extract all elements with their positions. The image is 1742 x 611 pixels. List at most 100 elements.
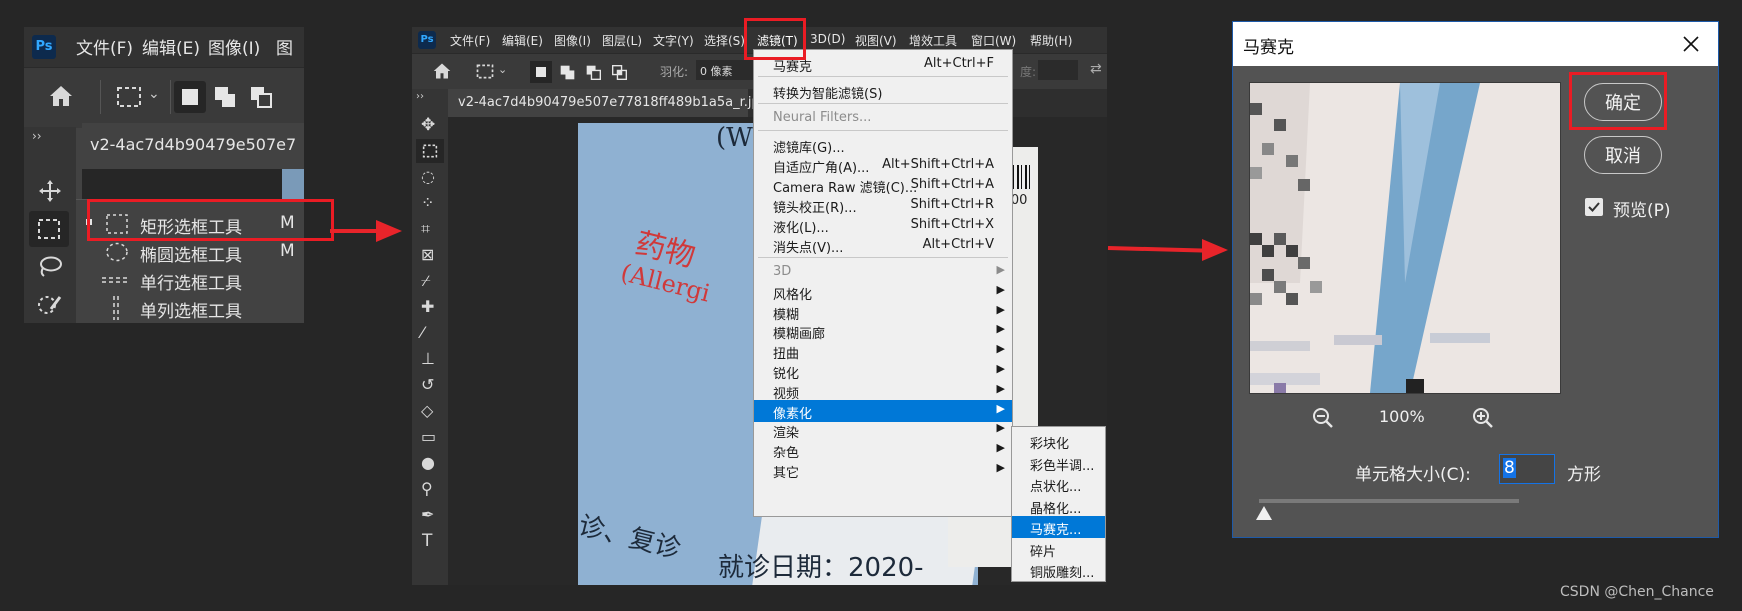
add-selection-icon[interactable] <box>214 86 236 108</box>
cancel-button[interactable]: 取消 <box>1584 136 1662 174</box>
new-selection-button[interactable] <box>174 81 206 113</box>
menu-layer[interactable]: 图层(L) <box>602 32 642 49</box>
frame-tool-icon[interactable]: ⊠ <box>421 245 434 264</box>
menu-type[interactable]: 文字(Y) <box>653 32 694 49</box>
filter-menu-item[interactable]: 像素化 ▶ <box>754 399 1012 422</box>
home-icon[interactable] <box>432 62 452 80</box>
gradient-tool-icon[interactable]: ▭ <box>421 427 436 446</box>
subtract-selection-icon[interactable] <box>250 86 272 108</box>
flyout-item-single-row-marquee[interactable]: 单行选框工具 <box>76 266 304 294</box>
menu-plugins[interactable]: 增效工具 <box>909 32 957 49</box>
marquee-rect-icon[interactable] <box>116 86 142 108</box>
pixelate-submenu-item[interactable]: 碎片 <box>1012 538 1105 560</box>
filter-menu-item[interactable]: 模糊 ▶ <box>754 301 1012 323</box>
blur-tool-icon[interactable]: ● <box>421 453 435 472</box>
filter-menu-item[interactable]: 液化(L)... Shift+Ctrl+X <box>754 214 1012 236</box>
menu-file[interactable]: 文件(F) <box>76 34 133 59</box>
filter-menu-item[interactable]: 其它 ▶ <box>754 459 1012 481</box>
menu-window[interactable]: 窗口(W) <box>971 32 1016 49</box>
filter-menu-item[interactable]: 模糊画廊 ▶ <box>754 320 1012 342</box>
filter-menu-item[interactable]: 镜头校正(R)... Shift+Ctrl+R <box>754 194 1012 216</box>
flyout-item-single-col-marquee[interactable]: 单列选框工具 <box>76 294 304 322</box>
flyout-item-ellipse-marquee[interactable]: 椭圆选框工具 M <box>76 238 304 266</box>
filter-menu-item[interactable]: 杂色 ▶ <box>754 439 1012 461</box>
move-tool-icon[interactable] <box>38 179 62 203</box>
pixelate-submenu-item[interactable]: 彩块化 <box>1012 430 1105 452</box>
healing-brush-icon[interactable]: ✚ <box>421 297 434 316</box>
preview-checkbox[interactable] <box>1585 198 1603 216</box>
pixelate-submenu-item-label: 彩色半调... <box>1030 458 1095 474</box>
move-tool-icon[interactable]: ✥ <box>421 115 435 135</box>
add-selection-icon[interactable] <box>560 65 575 80</box>
close-icon[interactable] <box>1682 35 1700 53</box>
document-tab[interactable]: v2-4ac7d4b90479e507e77818ff489b1a5a_r.jp… <box>448 89 798 117</box>
filter-menu-item[interactable]: 扭曲 ▶ <box>754 340 1012 362</box>
filter-menu-item[interactable]: 消失点(V)... Alt+Ctrl+V <box>754 234 1012 256</box>
subtract-selection-icon[interactable] <box>586 65 601 80</box>
type-tool-icon[interactable]: T <box>422 531 432 551</box>
swap-icon[interactable]: ⇄ <box>1090 61 1102 77</box>
menu-layer-cut[interactable]: 图 <box>276 34 293 59</box>
marquee-rect-icon[interactable] <box>476 64 494 79</box>
chevron-down-icon[interactable]: ⌄ <box>498 63 507 76</box>
options-right-input[interactable] <box>1038 60 1078 80</box>
dodge-tool-icon[interactable]: ⚲ <box>421 479 433 498</box>
zoom-out-icon[interactable] <box>1311 406 1335 430</box>
cell-size-input[interactable]: 8 <box>1499 454 1555 484</box>
mosaic-preview[interactable] <box>1249 82 1561 394</box>
menu-edit[interactable]: 编辑(E) <box>502 32 543 49</box>
pixelate-submenu-item[interactable]: 马赛克... <box>1012 516 1105 538</box>
pen-tool-icon[interactable]: ✒ <box>421 505 434 524</box>
filter-menu-item[interactable]: 锐化 ▶ <box>754 360 1012 382</box>
filter-menu-item[interactable]: 视频 ▶ <box>754 380 1012 402</box>
document-tab[interactable]: v2-4ac7d4b90479e507e7 <box>82 123 304 169</box>
marquee-rect-icon <box>38 219 60 239</box>
collapse-toggle[interactable]: ›› <box>416 91 424 102</box>
menu-view[interactable]: 视图(V) <box>855 32 897 49</box>
collapse-toggle[interactable]: ›› <box>32 129 42 143</box>
clone-stamp-icon[interactable]: ⊥ <box>421 349 435 368</box>
filter-menu-item[interactable]: 风格化 ▶ <box>754 281 1012 303</box>
intersect-selection-icon[interactable] <box>612 65 627 80</box>
pixelate-submenu-item[interactable]: 铜版雕刻... <box>1012 559 1105 581</box>
pixelate-submenu-item[interactable]: 晶格化... <box>1012 495 1105 517</box>
eyedropper-icon[interactable]: ⌿ <box>421 271 431 291</box>
menu-3d[interactable]: 3D(D) <box>810 32 845 46</box>
quick-selection-icon[interactable]: ⁘ <box>421 193 434 212</box>
home-icon[interactable] <box>48 84 74 108</box>
menu-help[interactable]: 帮助(H) <box>1030 32 1072 49</box>
marquee-tool-button[interactable] <box>29 211 69 247</box>
filter-menu-item[interactable]: Camera Raw 滤镜(C)... Shift+Ctrl+A <box>754 174 1012 196</box>
cell-size-slider-thumb[interactable] <box>1256 506 1273 520</box>
feather-input[interactable]: 0 像素 <box>696 60 758 80</box>
menu-image[interactable]: 图像(I) <box>554 32 591 49</box>
brush-tool-icon[interactable]: ⁄ <box>421 323 424 342</box>
divider <box>100 80 101 114</box>
arrow-shaft <box>330 229 378 233</box>
menu-file[interactable]: 文件(F) <box>450 32 490 49</box>
quick-selection-icon[interactable] <box>37 293 63 317</box>
eraser-icon[interactable]: ◇ <box>421 401 433 420</box>
crop-tool-icon[interactable]: ⌗ <box>421 219 430 239</box>
filter-menu-item[interactable]: 滤镜库(G)... <box>754 134 1012 156</box>
menu-separator <box>758 103 1008 104</box>
chevron-down-icon[interactable]: ⌄ <box>148 86 160 102</box>
pixelate-submenu-item[interactable]: 点状化... <box>1012 473 1105 495</box>
zoom-in-icon[interactable] <box>1471 406 1495 430</box>
filter-menu-item[interactable]: 自适应广角(A)... Alt+Shift+Ctrl+A <box>754 154 1012 176</box>
pixelate-submenu-item[interactable]: 彩色半调... <box>1012 452 1105 474</box>
lasso-tool-icon[interactable] <box>37 255 63 279</box>
history-brush-icon[interactable]: ↺ <box>421 375 434 394</box>
new-selection-button[interactable] <box>530 61 552 83</box>
checkmark-icon <box>1588 202 1600 212</box>
filter-menu-item[interactable]: 转换为智能滤镜(S) <box>754 80 1012 102</box>
feather-label: 羽化: <box>660 65 689 79</box>
marquee-tool-button[interactable] <box>416 139 444 163</box>
menu-select[interactable]: 选择(S) <box>704 32 745 49</box>
menu-image[interactable]: 图像(I) <box>208 34 260 59</box>
menu-edit[interactable]: 编辑(E) <box>142 34 200 59</box>
filter-menu-item[interactable]: 渲染 ▶ <box>754 419 1012 441</box>
cell-size-slider-track[interactable] <box>1259 499 1519 503</box>
lasso-tool-icon[interactable]: ◌ <box>421 167 435 186</box>
single-row-marquee-icon <box>102 277 130 283</box>
